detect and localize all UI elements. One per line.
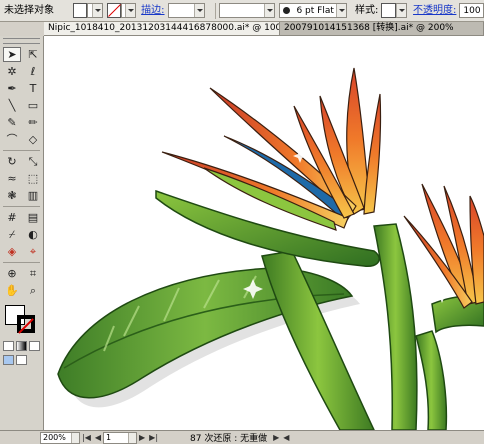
tools-grid: ↻ ⤡ ≈ ⬚ ❃ ▥ — [0, 153, 43, 204]
opacity-value: 100 — [463, 5, 481, 16]
undo-status-text: 87 次还原 : 无重做 — [190, 434, 268, 444]
document-tabs: Nipic_1018410_20131203144416878000.ai* @… — [44, 22, 484, 36]
opacity-link[interactable]: 不透明度: — [413, 0, 456, 21]
chevron-down-icon — [91, 4, 102, 17]
fill-stroke-control[interactable] — [3, 303, 40, 335]
first-page-icon[interactable]: |◀ — [82, 433, 91, 442]
brush-value: 6 pt Flat — [296, 5, 334, 16]
page-dropdown[interactable]: 1 — [103, 431, 138, 444]
chevron-down-icon — [264, 4, 275, 17]
variable-width-dropdown[interactable] — [219, 3, 276, 18]
rotate-tool-icon[interactable]: ↻ — [3, 154, 21, 169]
chevron-down-icon — [71, 432, 79, 443]
zoom-value: 200% — [43, 432, 66, 442]
artboard-tool-icon[interactable]: ⊕ — [3, 266, 21, 281]
panel-grip[interactable] — [3, 38, 40, 44]
lasso-tool-icon[interactable]: ℓ — [24, 64, 42, 79]
eyedropper-tool-icon[interactable]: ⌿ — [3, 227, 21, 242]
gradient-mode-button[interactable] — [16, 341, 27, 351]
chevron-down-icon — [335, 4, 346, 17]
previous-page-icon[interactable]: ◀ — [95, 433, 101, 442]
direct-selection-tool-icon[interactable]: ⇱ — [24, 47, 42, 62]
rectangle-tool-icon[interactable]: ▭ — [24, 98, 42, 113]
paintbrush-tool-icon[interactable]: ✎ — [3, 115, 21, 130]
pencil-tool-icon[interactable]: ✏ — [24, 115, 42, 130]
status-bar: 200% |◀ ◀ 1 ▶ ▶| 87 次还原 : 无重做 ▶ ◀ — [0, 430, 484, 444]
scale-tool-icon[interactable]: ⤡ — [24, 154, 42, 169]
mesh-tool-icon[interactable]: # — [3, 210, 21, 225]
tools-panel: ➤ ⇱ ✲ ℓ ✒ T ╲ ▭ ✎ ✏ ⌒ ◇ ↻ ⤡ ≈ ⬚ ❃ ▥ # ▤ … — [0, 36, 44, 430]
magic-wand-tool-icon[interactable]: ✲ — [3, 64, 21, 79]
color-mode-buttons — [0, 339, 43, 353]
opacity-input[interactable]: 100 — [459, 3, 484, 18]
tools-grid: # ▤ ⌿ ◐ ◈ ⌖ — [0, 209, 43, 260]
page-value: 1 — [106, 432, 112, 442]
right-flower — [403, 183, 484, 309]
draw-normal-button[interactable] — [3, 355, 14, 365]
control-bar: 未选择对象 描边: 6 pt Flat 样式: 不透明度: 100 — [0, 0, 484, 22]
line-tool-icon[interactable]: ╲ — [3, 98, 21, 113]
draw-mode-buttons — [0, 353, 43, 367]
chevron-down-icon — [194, 4, 205, 17]
pen-tool-icon[interactable]: ✒ — [3, 81, 21, 96]
tab-label: Nipic_1018410_20131203144416878000.ai* @… — [48, 23, 279, 33]
fill-dropdown[interactable] — [87, 3, 103, 18]
divider — [3, 262, 40, 263]
live-paint-selection-tool-icon[interactable]: ⌖ — [24, 244, 42, 259]
symbol-sprayer-tool-icon[interactable]: ❃ — [3, 188, 21, 203]
divider — [3, 206, 40, 207]
eraser-tool-icon[interactable]: ◇ — [24, 132, 42, 147]
zoom-tool-icon[interactable]: ⌕ — [24, 283, 42, 298]
selection-status-label: 未选择对象 — [4, 4, 54, 16]
selection-tool-icon[interactable]: ➤ — [3, 47, 21, 62]
none-mode-button[interactable] — [29, 341, 40, 351]
scroll-left-icon[interactable]: ◀ — [283, 433, 289, 442]
chevron-down-icon — [125, 4, 136, 17]
free-transform-tool-icon[interactable]: ⬚ — [24, 171, 42, 186]
live-paint-bucket-tool-icon[interactable]: ◈ — [3, 244, 21, 259]
slice-tool-icon[interactable]: ⌗ — [24, 266, 42, 281]
tools-grid: ⊕ ⌗ ✋ ⌕ — [0, 265, 43, 299]
fill-swatch[interactable] — [73, 3, 88, 18]
gradient-tool-icon[interactable]: ▤ — [24, 210, 42, 225]
chevron-down-icon — [128, 432, 137, 443]
next-page-icon[interactable]: ▶ — [139, 433, 145, 442]
last-page-icon[interactable]: ▶| — [149, 433, 158, 442]
status-menu-icon[interactable]: ▶ — [273, 433, 279, 442]
chevron-down-icon — [396, 4, 407, 17]
hand-tool-icon[interactable]: ✋ — [3, 283, 21, 298]
tab-document-2[interactable]: 2007910141513​68 [转换].ai* @ 200% — [280, 22, 484, 35]
bird-of-paradise-artwork — [57, 67, 484, 430]
style-dropdown[interactable] — [395, 3, 408, 18]
screen-mode-button[interactable] — [16, 355, 27, 365]
style-swatch[interactable] — [381, 3, 396, 18]
stroke-weight-dropdown[interactable] — [167, 3, 206, 18]
blend-tool-icon[interactable]: ◐ — [24, 227, 42, 242]
style-label: 样式: — [354, 4, 379, 16]
stroke-link[interactable]: 描边: — [141, 0, 164, 21]
divider — [3, 150, 40, 151]
document-canvas[interactable] — [44, 36, 484, 430]
warp-tool-icon[interactable]: ≈ — [3, 171, 21, 186]
tab-label: 2007910141513​68 [转换].ai* @ 200% — [284, 23, 454, 33]
brush-dot-icon — [283, 7, 291, 14]
brush-definition-dropdown[interactable]: 6 pt Flat — [279, 3, 347, 18]
blob-brush-tool-icon[interactable]: ⌒ — [3, 132, 21, 147]
tab-document-1[interactable]: Nipic_1018410_20131203144416878000.ai* @… — [44, 22, 280, 35]
stroke-swatch[interactable] — [106, 3, 121, 18]
column-graph-tool-icon[interactable]: ▥ — [24, 188, 42, 203]
stroke-color-box[interactable] — [17, 315, 35, 333]
tools-grid: ➤ ⇱ ✲ ℓ ✒ T ╲ ▭ ✎ ✏ ⌒ ◇ — [0, 46, 43, 148]
divider — [215, 2, 217, 19]
color-mode-button[interactable] — [3, 341, 14, 351]
type-tool-icon[interactable]: T — [24, 81, 42, 96]
zoom-dropdown[interactable]: 200% — [40, 431, 80, 444]
stroke-color-dropdown[interactable] — [120, 3, 137, 18]
